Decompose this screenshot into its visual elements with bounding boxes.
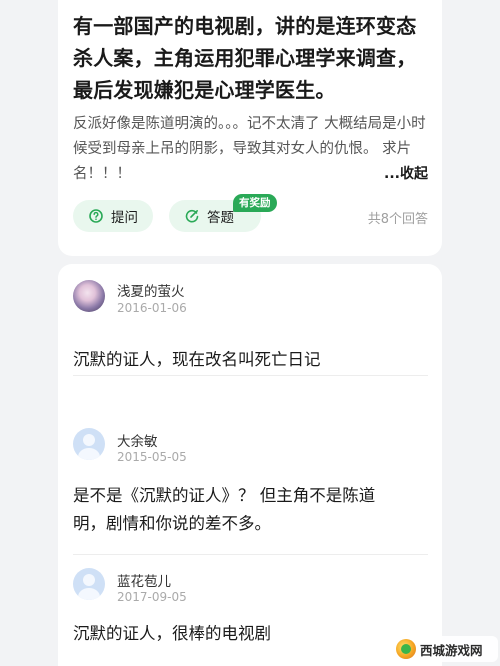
answer-count: 共8个回答	[367, 212, 428, 227]
divider	[73, 375, 428, 376]
collapse-link[interactable]: ...收起	[384, 162, 428, 187]
edit-answer-icon	[185, 209, 199, 223]
site-logo-icon	[396, 639, 416, 659]
ask-label: 提问	[111, 210, 138, 226]
watermark-text: 西城游戏网	[420, 642, 483, 658]
answer-date: 2015-05-05	[117, 450, 187, 464]
question-title: 有一部国产的电视剧，讲的是连环变态杀人案，主角运用犯罪心理学来调查，最后发现嫌犯…	[73, 14, 417, 102]
reward-badge: 有奖励	[233, 194, 277, 212]
question-card: 有一部国产的电视剧，讲的是连环变态杀人案，主角运用犯罪心理学来调查，最后发现嫌犯…	[58, 0, 442, 256]
avatar[interactable]	[73, 568, 105, 600]
site-watermark: 西城游戏网	[392, 636, 498, 662]
answer-date: 2016-01-06	[117, 301, 187, 315]
answer-date: 2017-09-05	[117, 590, 187, 604]
answer-username[interactable]: 蓝花苞儿	[117, 570, 171, 590]
question-description-text: 反派好像是陈道明演的。。。记不太清了 大概结局是小时候受到母亲上吊的阴影，导致其…	[73, 116, 426, 182]
answer-username[interactable]: 大余敏	[117, 430, 158, 450]
answer-text: 沉默的证人，现在改名叫死亡日记	[73, 350, 321, 369]
answers-list: 浅夏的萤火 2016-01-06 沉默的证人，现在改名叫死亡日记 大余敏 201…	[58, 264, 442, 666]
question-description: 反派好像是陈道明演的。。。记不太清了 大概结局是小时候受到母亲上吊的阴影，导致其…	[73, 112, 428, 187]
answer-username[interactable]: 浅夏的萤火	[117, 280, 185, 300]
answer-text: 是不是《沉默的证人》？ 但主角不是陈道明，剧情和你说的差不多。	[73, 486, 376, 533]
avatar[interactable]	[73, 280, 105, 312]
answer-text: 沉默的证人，很棒的电视剧	[73, 624, 271, 643]
avatar[interactable]	[73, 428, 105, 460]
ask-button[interactable]: 提问	[73, 200, 153, 232]
question-icon	[89, 209, 103, 223]
action-row: 提问 答题 有奖励 共8个回答	[73, 194, 428, 234]
answer-label: 答题	[207, 210, 234, 226]
divider	[73, 554, 428, 555]
